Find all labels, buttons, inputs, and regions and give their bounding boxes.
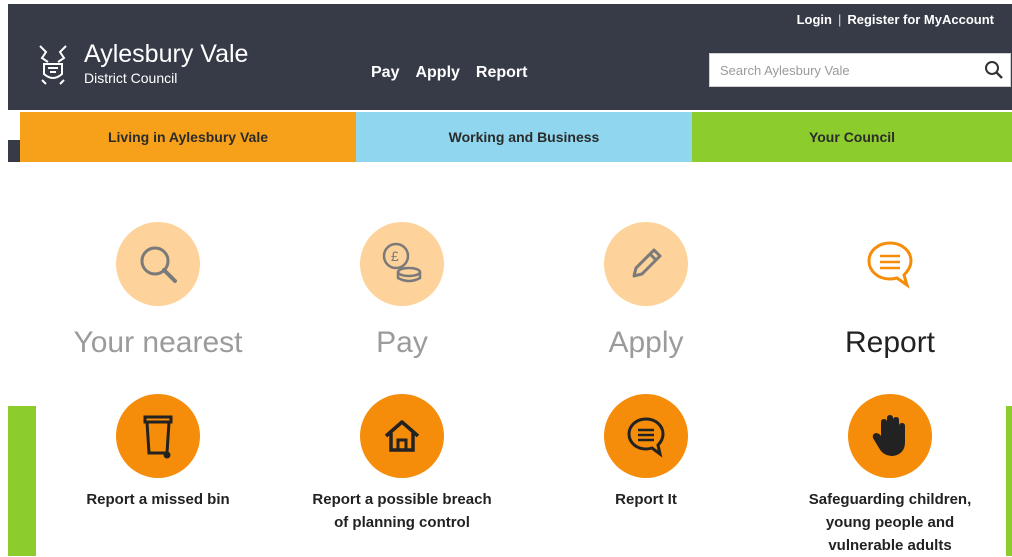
quick-links: Your nearest £ Pay Apply Report (36, 222, 1012, 372)
quick-icon-circle (604, 222, 688, 306)
hand-icon (872, 415, 905, 456)
report-icon-circle (360, 394, 444, 478)
report-icon-circle (848, 394, 932, 478)
left-edge-strip (8, 140, 20, 162)
report-options: Report a missed bin Report a possible br… (36, 394, 1006, 556)
quick-link-your-nearest[interactable]: Your nearest (36, 222, 280, 360)
bin-icon (143, 415, 173, 459)
main-nav: Pay Apply Report (371, 64, 527, 82)
speech-bubble-icon (627, 417, 665, 458)
nav-pay[interactable]: Pay (371, 64, 399, 82)
logo-text: Aylesbury Vale District Council (84, 41, 248, 87)
house-icon (384, 420, 420, 452)
search-box (709, 53, 1011, 87)
quick-link-apply[interactable]: Apply (524, 222, 768, 360)
register-link[interactable]: Register for MyAccount (847, 12, 994, 27)
section-council[interactable]: Your Council (692, 112, 1012, 162)
report-icon-circle (116, 394, 200, 478)
quick-icon-circle (848, 222, 932, 306)
speech-bubble-icon (867, 241, 913, 289)
nav-apply[interactable]: Apply (415, 64, 459, 82)
nav-report[interactable]: Report (476, 64, 528, 82)
report-missed-bin[interactable]: Report a missed bin (36, 394, 280, 511)
section-living[interactable]: Living in Aylesbury Vale (20, 112, 356, 162)
section-working[interactable]: Working and Business (356, 112, 692, 162)
account-links: Login | Register for MyAccount (797, 12, 994, 27)
quick-link-report[interactable]: Report (768, 222, 1012, 360)
report-safeguarding[interactable]: Safeguarding children, young people and … (768, 394, 1012, 557)
search-input[interactable] (710, 54, 978, 86)
section-nav: Living in Aylesbury Vale Working and Bus… (20, 112, 1012, 162)
quick-label: Pay (376, 326, 428, 359)
council-logo[interactable]: Aylesbury Vale District Council (34, 40, 248, 88)
account-separator: | (837, 12, 842, 27)
search-icon (985, 61, 1003, 79)
search-button[interactable] (978, 54, 1010, 86)
pencil-icon (632, 248, 662, 278)
quick-link-pay[interactable]: £ Pay (280, 222, 524, 360)
logo-title: Aylesbury Vale (84, 40, 249, 68)
magnifier-icon (140, 246, 177, 283)
quick-label: Apply (608, 326, 684, 359)
report-label: Safeguarding children, young people and … (808, 491, 972, 554)
quick-icon-circle: £ (360, 222, 444, 306)
report-icon-circle (604, 394, 688, 478)
quick-label: Report (844, 326, 936, 359)
login-link[interactable]: Login (797, 12, 832, 27)
quick-label: Your nearest (73, 326, 243, 359)
site-header: Login | Register for MyAccount Aylesbury… (8, 4, 1012, 110)
report-label: Report a possible breach of planning con… (312, 491, 492, 531)
report-label: Report It (615, 491, 677, 508)
council-crest-icon (39, 45, 67, 85)
quick-icon-circle (116, 222, 200, 306)
report-label: Report a missed bin (86, 491, 230, 508)
logo-subtitle: District Council (84, 70, 178, 86)
green-side-panel (8, 406, 36, 556)
report-it[interactable]: Report It (524, 394, 768, 511)
report-planning-breach[interactable]: Report a possible breach of planning con… (280, 394, 524, 534)
coins-icon: £ (382, 242, 422, 283)
svg-text:£: £ (391, 248, 399, 264)
